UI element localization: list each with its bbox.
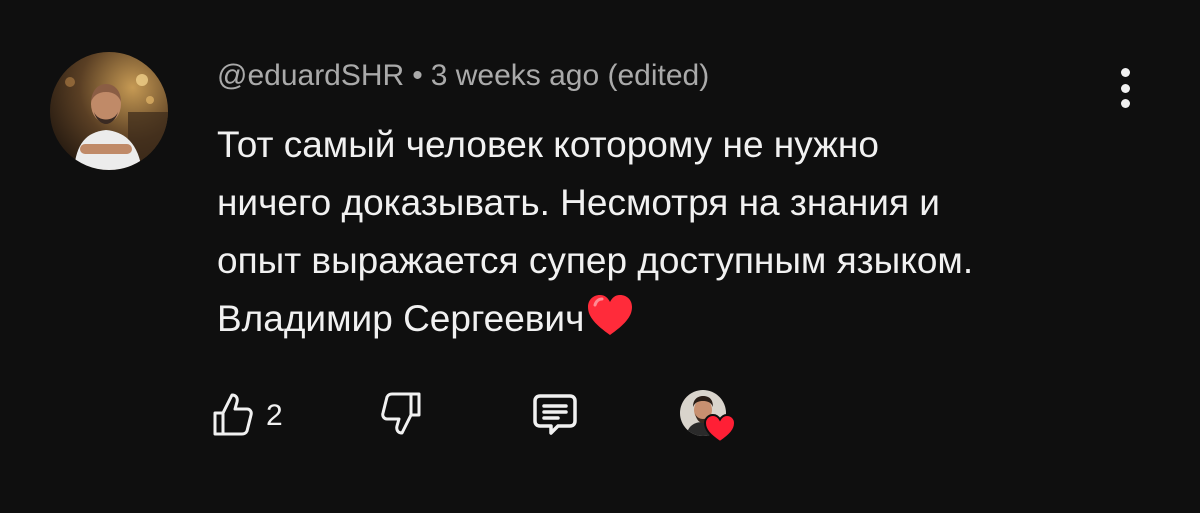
thumb-up-icon <box>212 391 254 442</box>
more-vertical-icon[interactable] <box>1108 64 1142 112</box>
comment-header: @eduardSHR • 3 weeks ago (edited) <box>217 56 1097 96</box>
comment-time[interactable]: 3 weeks ago (edited) <box>431 59 710 92</box>
author-avatar-image <box>50 52 168 170</box>
comment-text-line: опыт выражается супер доступным языком. <box>217 240 974 281</box>
reply-comment-icon <box>532 391 578 442</box>
like-button[interactable]: 2 <box>212 388 283 444</box>
comment-body: @eduardSHR • 3 weeks ago (edited) Тот самы… <box>217 56 1097 354</box>
kebab-dot <box>1120 83 1130 93</box>
kebab-dot <box>1120 68 1130 77</box>
meta-separator: • <box>412 59 423 92</box>
author-name[interactable]: @eduardSHR <box>217 59 404 92</box>
kebab-dot <box>1120 99 1130 108</box>
heart-emoji-icon <box>586 293 634 354</box>
like-count: 2 <box>266 399 283 432</box>
comment-text: Тот самый человек которому не нужно ниче… <box>217 116 1097 354</box>
comment-text-line: Тот самый человек которому не нужно <box>217 124 879 165</box>
author-avatar[interactable] <box>50 52 168 170</box>
heart-icon <box>703 413 737 444</box>
comment-text-line: ничего доказывать. Несмотря на знания и <box>217 182 940 223</box>
comment-actions: 2 <box>212 388 772 444</box>
thumb-down-icon <box>380 391 422 442</box>
comment-thread: @eduardSHR • 3 weeks ago (edited) Тот самы… <box>0 0 1200 513</box>
comment-text-line-last: Владимир Сергеевич <box>217 290 1097 354</box>
creator-heart <box>676 390 740 446</box>
dislike-button[interactable] <box>380 388 422 444</box>
reply-button[interactable] <box>532 388 578 444</box>
comment-text-line: Владимир Сергеевич <box>217 298 585 339</box>
